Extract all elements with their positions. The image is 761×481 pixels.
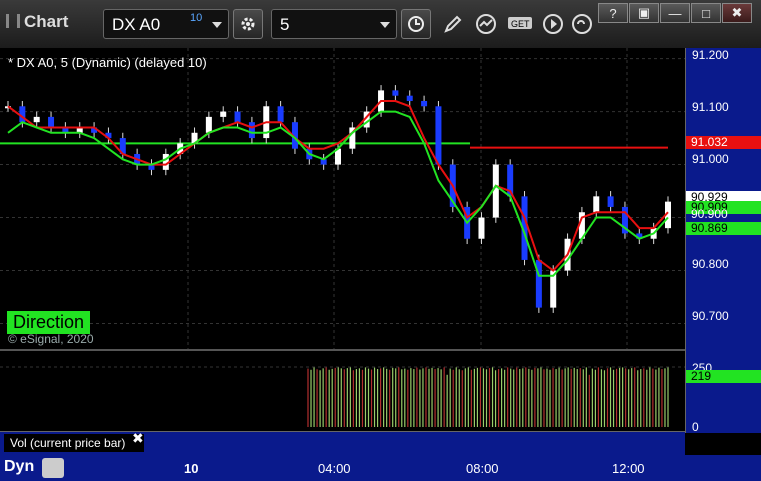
axis-corner <box>685 455 761 481</box>
minimize-button[interactable]: — <box>660 3 690 23</box>
candle-body <box>48 116 55 128</box>
candle-body <box>593 196 600 213</box>
draw-tool-button[interactable] <box>439 10 467 38</box>
candle-body <box>234 111 241 123</box>
price-axis-label: 91.100 <box>692 100 729 114</box>
price-axis-label: 90.700 <box>692 309 729 323</box>
time-label: 08:00 <box>466 461 499 476</box>
volume-close-icon[interactable]: ✖ <box>132 430 144 447</box>
dynamic-mode-label[interactable]: Dyn <box>4 458 34 476</box>
link-button[interactable] <box>568 10 596 38</box>
symbol-delay: 10 <box>190 12 203 24</box>
settings-icon <box>241 17 255 31</box>
maximize-button[interactable]: □ <box>691 3 721 23</box>
price-axis-label: 91.200 <box>692 48 729 62</box>
price-axis-label: 90.900 <box>691 207 728 221</box>
candle-body <box>220 111 227 117</box>
window-title: Chart <box>6 12 68 32</box>
time-axis[interactable]: 10 04:00 08:00 12:00 <box>0 455 685 481</box>
clock-button[interactable] <box>401 9 431 39</box>
price-axis[interactable]: 91.200 91.100 91.000 90.800 90.700 91.03… <box>685 48 761 434</box>
price-chart-svg <box>0 48 685 350</box>
symbol-input[interactable]: DX A0 10 <box>103 9 229 39</box>
interval-input[interactable]: 5 <box>271 9 397 39</box>
help-button[interactable]: ? <box>598 3 628 23</box>
candle-body <box>406 95 413 101</box>
get-button[interactable]: GET <box>505 10 537 38</box>
price-tag-red: 91.032 <box>686 136 761 149</box>
time-label: 12:00 <box>612 461 645 476</box>
interval-text: 5 <box>280 15 290 34</box>
time-label: 10 <box>184 461 199 476</box>
symbol-dropdown-icon[interactable] <box>212 22 222 28</box>
chart-caption: * DX A0, 5 (Dynamic) (delayed 10) <box>8 55 207 70</box>
restore-button[interactable]: ▣ <box>629 3 659 23</box>
symbol-text: DX A0 <box>112 15 161 34</box>
candle-body <box>478 217 485 239</box>
copyright-text: © eSignal, 2020 <box>8 332 94 346</box>
candle-body <box>607 196 614 207</box>
link-mode-icon[interactable] <box>42 458 64 478</box>
volume-tag: 219 <box>686 370 761 383</box>
candle-body <box>205 116 212 133</box>
candle-body <box>248 122 255 139</box>
price-tag-green-2: 90.869 <box>686 222 761 235</box>
play-button[interactable] <box>539 10 567 38</box>
candle-body <box>421 100 428 107</box>
time-label: 04:00 <box>318 461 351 476</box>
play-icon <box>543 14 563 34</box>
candle-body <box>435 106 442 165</box>
candle-body <box>392 90 399 96</box>
volume-panel-bar: Vol (current price bar) ✖ <box>0 430 685 455</box>
settings-button[interactable] <box>233 9 263 39</box>
volume-chart-svg <box>0 366 685 427</box>
pencil-icon <box>444 15 462 33</box>
chart-bars-icon <box>6 14 20 28</box>
title-bar: Chart DX A0 10 5 GET ? ▣ — □ ✖ <box>0 0 761 49</box>
candle-body <box>492 164 499 218</box>
volume-panel-label[interactable]: Vol (current price bar) <box>4 434 144 452</box>
close-button[interactable]: ✖ <box>722 3 752 23</box>
direction-label[interactable]: Direction <box>7 311 91 334</box>
volume-axis-label: 0 <box>692 420 699 434</box>
study-icon <box>476 14 496 34</box>
clock-icon <box>408 16 424 32</box>
get-icon: GET <box>508 17 532 29</box>
interval-dropdown-icon[interactable] <box>380 22 390 28</box>
price-axis-label: 91.000 <box>692 152 729 166</box>
svg-text:GET: GET <box>511 19 530 29</box>
volume-chart[interactable] <box>0 351 685 431</box>
candle-body <box>277 106 284 123</box>
candle-body <box>33 116 40 123</box>
link-icon <box>572 14 592 34</box>
study-button[interactable] <box>472 10 500 38</box>
price-axis-label: 90.800 <box>692 257 729 271</box>
price-chart[interactable] <box>0 48 685 350</box>
